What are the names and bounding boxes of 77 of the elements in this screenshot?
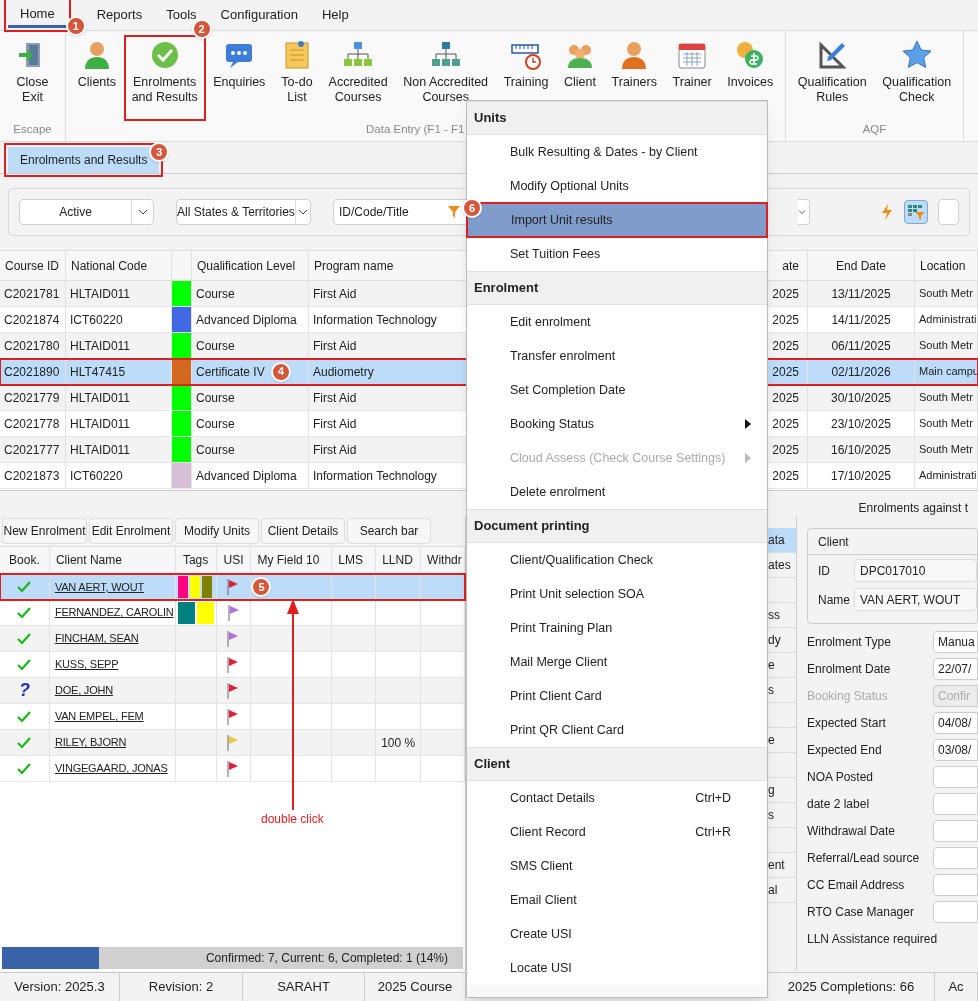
field-label: Expected End (807, 741, 883, 759)
group-title: Client (808, 529, 977, 555)
table-cell: C2021780 (0, 333, 66, 358)
table-cell: South Metr (915, 333, 978, 358)
field-label: Expected Start (807, 714, 887, 732)
question-mark: ? (18, 679, 30, 702)
column-header: National Code (66, 251, 172, 280)
field-label: Enrolment Date (807, 660, 892, 678)
field-label: Booking Status (807, 687, 889, 705)
table-cell: 17/10/2025 (808, 463, 915, 488)
status-text: Ac (935, 973, 978, 1001)
table-cell: C2021890 (0, 359, 66, 384)
menu-section-title: Enrolment (467, 271, 767, 305)
annotation-label: double click (261, 811, 324, 828)
table-cell: C2021777 (0, 437, 66, 462)
input-field: Confir (933, 684, 978, 707)
field-label: CC Email Address (807, 876, 906, 894)
table-cell: Course (192, 281, 309, 306)
column-header: Book. (0, 547, 50, 573)
table-cell: Advanced Diploma (192, 307, 309, 332)
table-cell: C2021778 (0, 411, 66, 436)
table-cell: Course (192, 385, 309, 410)
panel-title: Enrolments against t (858, 499, 968, 517)
column-header: My Field 10 (251, 547, 333, 573)
table-cell: 02/11/2026 (808, 359, 915, 384)
column-header: Course ID (0, 251, 66, 280)
menu-section-title: Document printing (467, 509, 767, 543)
field-label: ID (818, 562, 831, 580)
group-label: Escape (13, 123, 52, 135)
table-cell: Administrati (915, 307, 978, 332)
field-label: date 2 label (807, 795, 871, 813)
column-header: Client Name (49, 547, 176, 573)
column-header: LMS (332, 547, 377, 573)
table-cell: Course (192, 411, 309, 436)
column-header: Qualification Level (192, 251, 309, 280)
column-header: LLND (376, 547, 422, 573)
column-header: USI (216, 547, 252, 573)
shortcut-text: Ctrl+R (695, 823, 731, 841)
column-header: Location (915, 251, 978, 280)
table-cell: 13/11/2025 (808, 281, 915, 306)
column-header: Tags (175, 547, 217, 573)
table-cell-text: 100 % (381, 734, 416, 752)
table-cell: South Metr (915, 437, 978, 462)
table-cell: C2021873 (0, 463, 66, 488)
field-label: Referral/Lead source (807, 849, 921, 867)
menu-section-title: Client (467, 747, 767, 781)
table-cell: 30/10/2025 (808, 385, 915, 410)
status-text: Revision: 2 (120, 973, 243, 1001)
status-text: SARAHT (243, 973, 365, 1001)
table-cell: Course (192, 333, 309, 358)
table-cell: Advanced Diploma (192, 463, 309, 488)
field-label: Withdrawal Date (807, 822, 897, 840)
table-cell: South Metr (915, 385, 978, 410)
table-cell: Administrati (915, 463, 978, 488)
column-header: End Date (808, 251, 915, 280)
table-cell: South Metr (915, 411, 978, 436)
field-label: Name (818, 591, 848, 609)
table-cell: C2021781 (0, 281, 66, 306)
field-label: NOA Posted (807, 768, 875, 786)
table-cell: 14/11/2025 (808, 307, 915, 332)
shortcut-text: Ctrl+D (695, 789, 731, 807)
table-cell: C2021779 (0, 385, 66, 410)
table-cell: 06/11/2025 (808, 333, 915, 358)
progress-text: Confirmed: 7, Current: 6, Completed: 1 (14%) (205, 950, 448, 967)
group-label: Data Entry (F1 - F1 (366, 123, 465, 135)
column-header: Withdr (421, 547, 465, 573)
table-cell: 23/10/2025 (808, 411, 915, 436)
menu-section-title: Units (467, 101, 767, 135)
field-label: Enrolment Type (807, 633, 892, 651)
table-cell: South Metr (915, 281, 978, 306)
field-label: RTO Case Manager (807, 903, 915, 921)
table-cell: C2021874 (0, 307, 66, 332)
menu-item: Cloud Assess (Check Course Settings) (467, 441, 767, 475)
table-cell: 16/10/2025 (808, 437, 915, 462)
group-label: AQF (862, 123, 887, 135)
table-cell: Course (192, 437, 309, 462)
status-text: Version: 2025.3 (0, 973, 120, 1001)
